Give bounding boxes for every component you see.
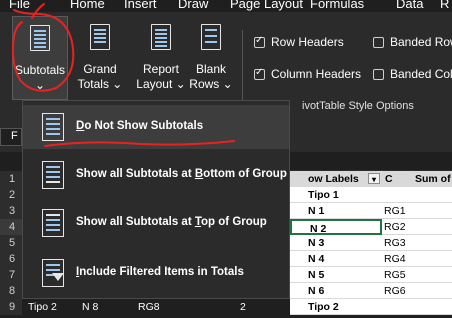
- annotation-underline: [44, 140, 235, 147]
- annotation-circle: [11, 9, 75, 92]
- red-annotation-marks: [11, 3, 235, 147]
- annotation-flick: [31, 3, 45, 19]
